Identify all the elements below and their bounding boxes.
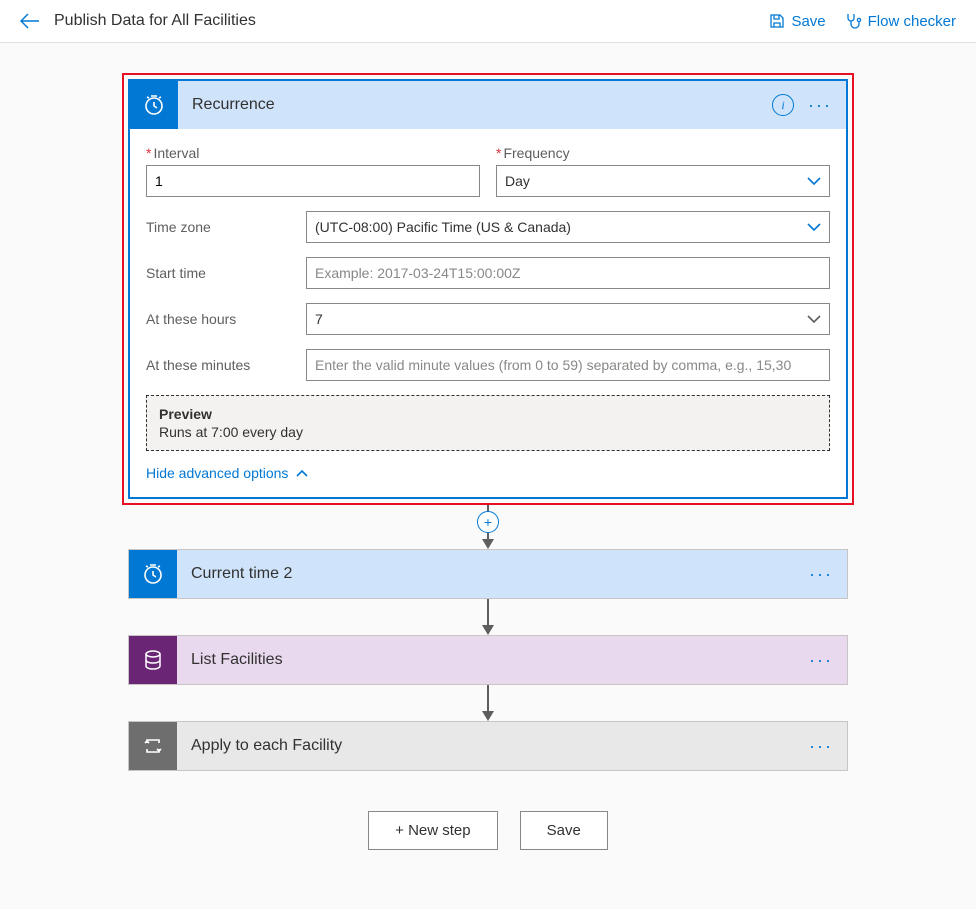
hide-advanced-options[interactable]: Hide advanced options bbox=[146, 465, 830, 481]
preview-title: Preview bbox=[159, 406, 817, 422]
timezone-select[interactable]: (UTC-08:00) Pacific Time (US & Canada) bbox=[306, 211, 830, 243]
back-arrow[interactable] bbox=[20, 13, 40, 29]
info-icon[interactable]: i bbox=[772, 94, 794, 116]
frequency-label: *Frequency bbox=[496, 145, 830, 161]
save-button[interactable]: Save bbox=[769, 13, 825, 30]
stethoscope-icon bbox=[844, 12, 862, 30]
start-time-input[interactable] bbox=[306, 257, 830, 289]
preview-text: Runs at 7:00 every day bbox=[159, 424, 817, 440]
chevron-down-icon bbox=[807, 176, 821, 186]
recurrence-title: Recurrence bbox=[178, 96, 772, 114]
minutes-label: At these minutes bbox=[146, 357, 306, 373]
hours-select[interactable]: 7 bbox=[306, 303, 830, 335]
more-menu[interactable]: ··· bbox=[809, 650, 833, 671]
start-time-label: Start time bbox=[146, 265, 306, 281]
connector: + bbox=[477, 505, 499, 549]
connector bbox=[482, 685, 494, 721]
clock-icon bbox=[129, 550, 177, 598]
connector bbox=[482, 599, 494, 635]
more-menu[interactable]: ··· bbox=[809, 736, 833, 757]
chevron-down-icon bbox=[807, 222, 821, 232]
new-step-button[interactable]: + New step bbox=[368, 811, 497, 850]
list-facilities-card[interactable]: List Facilities ··· bbox=[128, 635, 848, 685]
current-time-card[interactable]: Current time 2 ··· bbox=[128, 549, 848, 599]
timezone-label: Time zone bbox=[146, 219, 306, 235]
recurrence-card[interactable]: Recurrence i ··· *Interval *Frequency Da… bbox=[128, 79, 848, 499]
bottom-save-button[interactable]: Save bbox=[520, 811, 608, 850]
interval-label: *Interval bbox=[146, 145, 480, 161]
highlighted-step: Recurrence i ··· *Interval *Frequency Da… bbox=[122, 73, 854, 505]
chevron-up-icon bbox=[296, 469, 308, 477]
chevron-down-icon bbox=[807, 314, 821, 324]
save-icon bbox=[769, 13, 785, 29]
flow-checker-label: Flow checker bbox=[868, 13, 956, 30]
clock-icon bbox=[130, 81, 178, 129]
frequency-select[interactable]: Day bbox=[496, 165, 830, 197]
flow-title: Publish Data for All Facilities bbox=[54, 12, 256, 30]
database-icon bbox=[129, 636, 177, 684]
more-menu[interactable]: ··· bbox=[809, 564, 833, 585]
more-menu[interactable]: ··· bbox=[808, 95, 832, 116]
loop-icon bbox=[129, 722, 177, 770]
current-time-title: Current time 2 bbox=[177, 565, 809, 583]
minutes-input[interactable] bbox=[306, 349, 830, 381]
apply-to-each-card[interactable]: Apply to each Facility ··· bbox=[128, 721, 848, 771]
hours-label: At these hours bbox=[146, 311, 306, 327]
list-facilities-title: List Facilities bbox=[177, 651, 809, 669]
save-label: Save bbox=[791, 13, 825, 30]
preview-box: Preview Runs at 7:00 every day bbox=[146, 395, 830, 451]
interval-input[interactable] bbox=[146, 165, 480, 197]
add-step-button[interactable]: + bbox=[477, 511, 499, 533]
flow-checker-button[interactable]: Flow checker bbox=[844, 12, 956, 30]
apply-to-each-title: Apply to each Facility bbox=[177, 737, 809, 755]
